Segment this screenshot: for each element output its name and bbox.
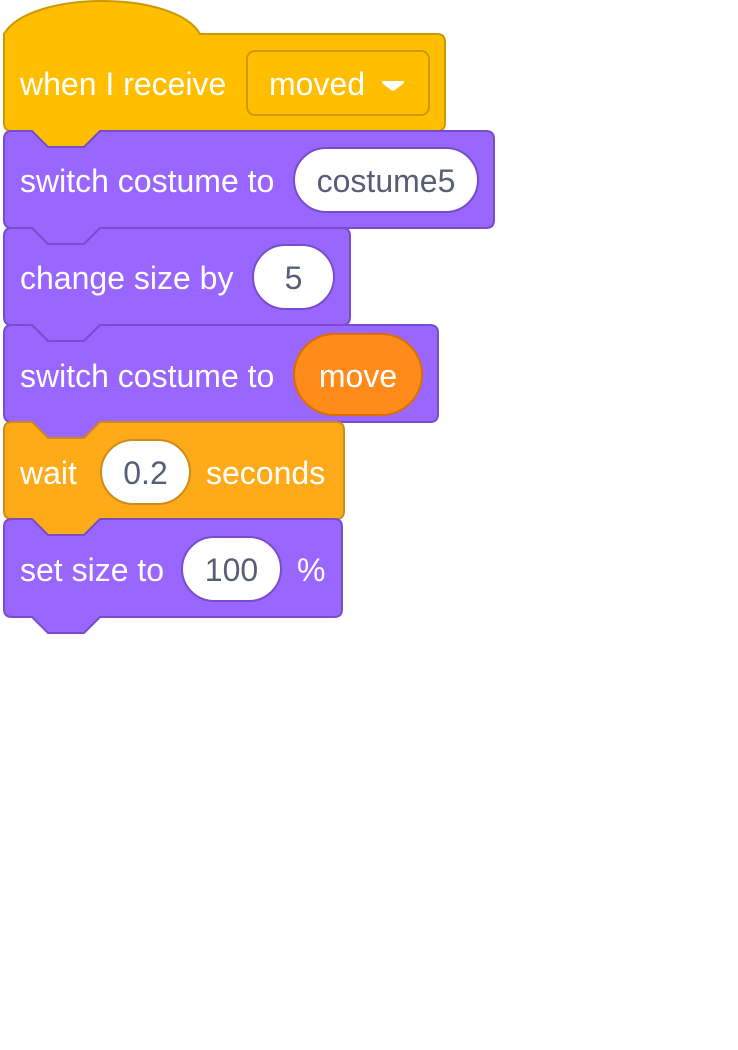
message-dropdown-value: moved	[269, 66, 365, 102]
move-reporter[interactable]: move	[293, 333, 423, 416]
when-i-receive-block[interactable]: when I receive moved	[3, 0, 446, 148]
script-canvas: when I receive moved switch costume to c…	[3, 0, 495, 634]
set-size-input[interactable]: 100	[181, 536, 282, 602]
when-i-receive-label: when I receive	[19, 66, 226, 102]
wait-label: wait	[19, 455, 77, 491]
switch-costume-label-2: switch costume to	[20, 358, 274, 394]
costume-input-value: costume5	[317, 163, 456, 199]
wait-seconds-label: seconds	[206, 455, 325, 491]
set-size-label: set size to	[20, 552, 164, 588]
switch-costume-label-1: switch costume to	[20, 163, 274, 199]
set-size-input-value: 100	[205, 552, 258, 588]
set-size-percent-label: %	[297, 552, 325, 588]
change-size-input-value: 5	[285, 260, 303, 296]
wait-input-value: 0.2	[123, 455, 167, 491]
set-size-block[interactable]: set size to 100 %	[3, 518, 343, 634]
wait-input[interactable]: 0.2	[100, 439, 191, 505]
change-size-label: change size by	[20, 260, 233, 296]
message-dropdown[interactable]: moved	[246, 50, 430, 116]
move-reporter-label: move	[319, 358, 397, 394]
change-size-input[interactable]: 5	[252, 244, 335, 310]
costume-input[interactable]: costume5	[293, 147, 479, 213]
